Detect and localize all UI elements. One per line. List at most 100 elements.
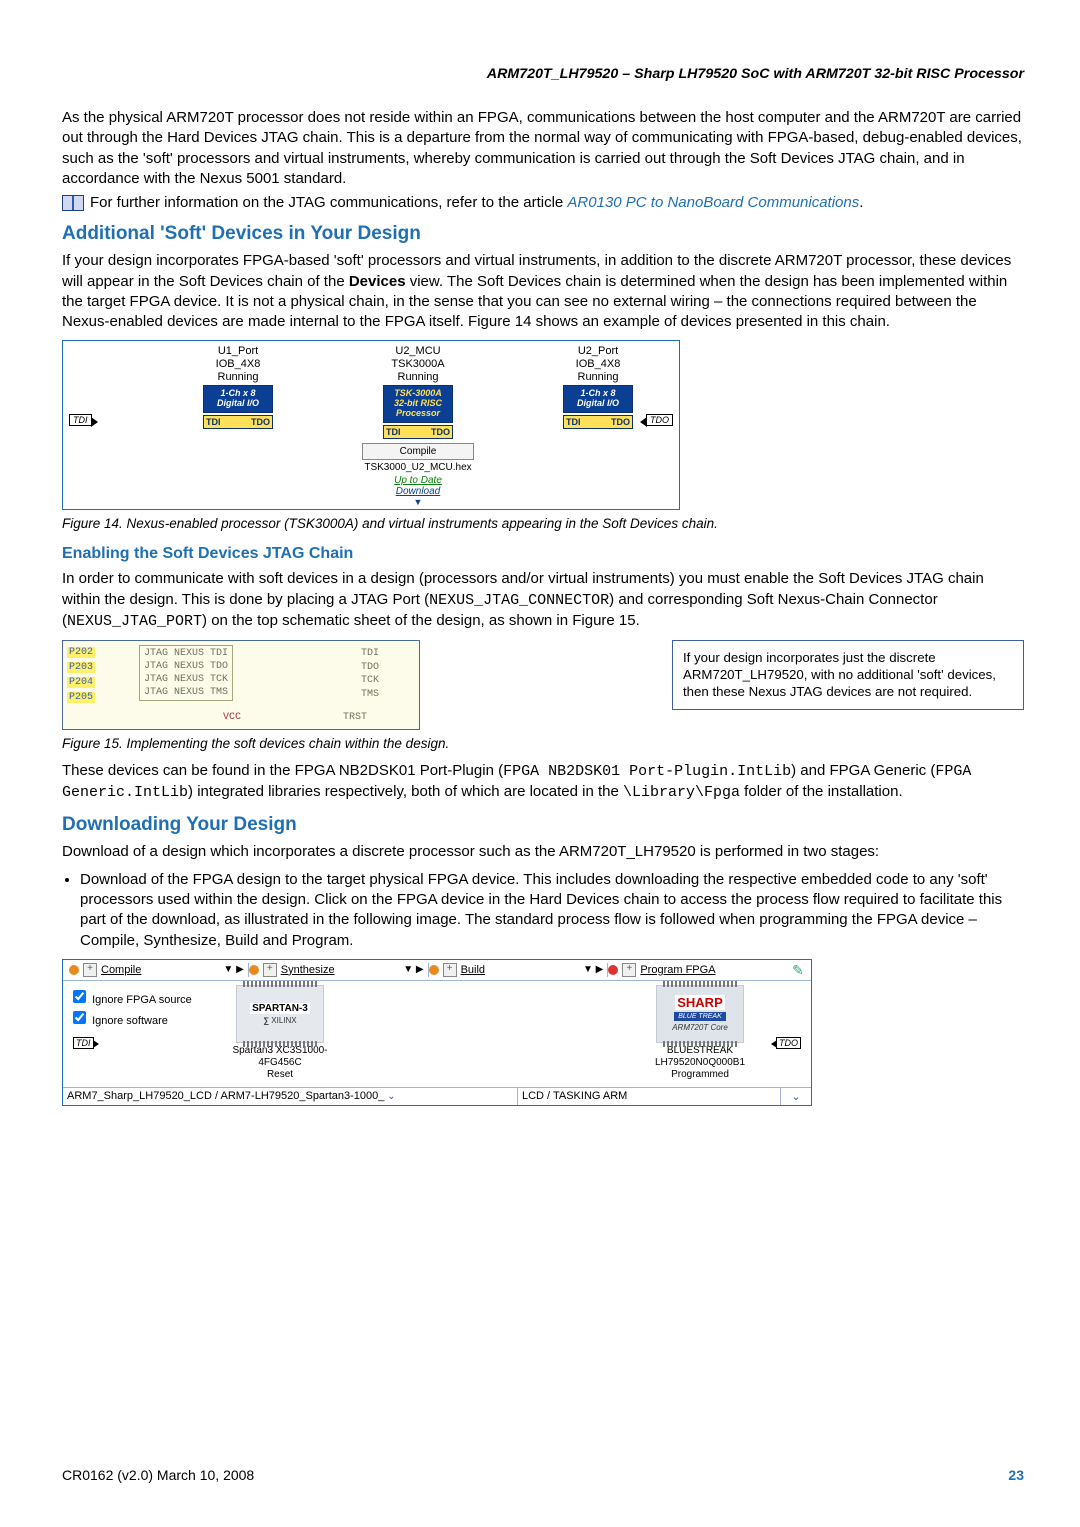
p3e: ) on the top schematic sheet of the desi… xyxy=(202,612,640,629)
book-icon xyxy=(62,195,84,211)
check-ignore-fpga[interactable]: Ignore FPGA source xyxy=(69,987,205,1006)
uptodate-link[interactable]: Up to Date xyxy=(343,475,493,486)
fig14-dev3: U2_Port IOB_4X8 Running 1-Ch x 8 Digital… xyxy=(523,345,673,429)
stage-program-label: Program FPGA xyxy=(640,964,715,976)
process-flow-bar: + Compile ▼ ▶ + Synthesize ▼ ▶ + Build ▼… xyxy=(63,960,811,981)
sharp-brand: SHARP xyxy=(675,995,725,1010)
info-post: . xyxy=(859,194,863,211)
dropdown-arrow-icon[interactable]: ▼ xyxy=(343,497,493,507)
d1-chip: 1-Ch x 8 Digital I/O xyxy=(203,385,273,413)
stage-build-label: Build xyxy=(461,964,485,976)
heading-additional-soft-devices: Additional 'Soft' Devices in Your Design xyxy=(62,223,1024,245)
figure-15-caption: Figure 15. Implementing the soft devices… xyxy=(62,736,1024,751)
fpga-label: Spartan3 XC3S1000-4FG456C xyxy=(215,1045,345,1069)
p4g: folder of the installation. xyxy=(740,783,903,800)
d2-l1: U2_MCU xyxy=(343,345,493,358)
stage-build[interactable]: + Build ▼ ▶ xyxy=(429,963,608,977)
brush-icon[interactable]: ✎ xyxy=(791,963,805,977)
bluestreak-badge: BLUE TREAK xyxy=(674,1012,726,1021)
page-number: 23 xyxy=(1008,1467,1024,1483)
compile-button[interactable]: Compile xyxy=(362,443,474,460)
expand-icon[interactable]: + xyxy=(443,963,457,977)
d1-ti: TDI xyxy=(206,417,221,427)
project-name: ARM7_Sharp_LH79520_LCD / ARM7-LH79520_Sp… xyxy=(67,1090,396,1102)
p4b: FPGA NB2DSK01 Port-Plugin.IntLib xyxy=(503,763,791,780)
sharp-chip-image: SHARP BLUE TREAK ARM720T Core xyxy=(656,985,744,1043)
check1-label: Ignore FPGA source xyxy=(92,994,192,1006)
fig16-tdo: TDO xyxy=(776,1037,801,1049)
heading-enabling-jtag: Enabling the Soft Devices JTAG Chain xyxy=(62,545,1024,563)
port-p203: P203 xyxy=(67,662,95,673)
rhs-tck: TCK xyxy=(361,674,379,688)
stage-arrow-icon[interactable]: ▼ ▶ xyxy=(583,964,603,975)
d1-chip2: Digital I/O xyxy=(206,399,270,409)
fig16-tdi: TDI xyxy=(73,1037,94,1049)
soft-devices-paragraph: If your design incorporates FPGA-based '… xyxy=(62,251,1024,332)
stage-arrow-icon[interactable]: ▼ ▶ xyxy=(403,964,423,975)
wire-tdo: JTAG NEXUS TDO xyxy=(144,660,228,673)
fpga-sub: XILINX xyxy=(271,1016,296,1025)
d3-chip2: Digital I/O xyxy=(566,399,630,409)
fig15-vcc: VCC xyxy=(223,712,241,723)
p4a: These devices can be found in the FPGA N… xyxy=(62,762,503,779)
d1-l2: IOB_4X8 xyxy=(163,358,313,371)
p4c: ) and FPGA Generic ( xyxy=(791,762,935,779)
p3b: NEXUS_JTAG_CONNECTOR xyxy=(429,592,609,609)
devices-bold: Devices xyxy=(349,273,406,290)
fig14-dev2: U2_MCU TSK3000A Running TSK-3000A 32-bit… xyxy=(343,345,493,507)
stage-arrow-icon[interactable]: ▼ ▶ xyxy=(223,964,243,975)
card-sharp[interactable]: SHARP BLUE TREAK ARM720T Core BLUESTREAK… xyxy=(635,985,765,1083)
info-line: For further information on the JTAG comm… xyxy=(62,193,1024,213)
d2-chip3: Processor xyxy=(386,409,450,419)
running-header: ARM720T_LH79520 – Sharp LH79520 SoC with… xyxy=(62,66,1024,82)
stage-synthesize[interactable]: + Synthesize ▼ ▶ xyxy=(249,963,428,977)
rhs-tdo: TDO xyxy=(361,661,379,675)
project-selector[interactable]: ARM7_Sharp_LH79520_LCD / ARM7-LH79520_Sp… xyxy=(63,1088,518,1105)
enable-paragraph: In order to communicate with soft device… xyxy=(62,569,1024,632)
stage-compile-label: Compile xyxy=(101,964,141,976)
download-link[interactable]: Download xyxy=(343,486,493,497)
stage-program[interactable]: + Program FPGA ✎ xyxy=(608,963,805,977)
article-link[interactable]: AR0130 PC to NanoBoard Communications xyxy=(567,194,859,211)
bullet-1: Download of the FPGA design to the targe… xyxy=(80,870,1024,951)
d2-tditdo: TDI TDO xyxy=(383,425,453,439)
checkbox-ignore-software[interactable] xyxy=(73,1011,86,1024)
stage-compile[interactable]: + Compile ▼ ▶ xyxy=(69,963,248,977)
d1-tditdo: TDI TDO xyxy=(203,415,273,429)
fig15-wires: JTAG NEXUS TDI JTAG NEXUS TDO JTAG NEXUS… xyxy=(139,645,233,701)
d3-l3: Running xyxy=(523,371,673,384)
expand-icon[interactable]: + xyxy=(263,963,277,977)
dropdown-toggle[interactable]: ⌄ xyxy=(781,1088,811,1105)
checkbox-ignore-fpga[interactable] xyxy=(73,990,86,1003)
d2-to: TDO xyxy=(431,427,450,437)
check2-label: Ignore software xyxy=(92,1015,168,1027)
fpga-status: Reset xyxy=(215,1069,345,1081)
download-intro: Download of a design which incorporates … xyxy=(62,842,1024,862)
fig14-tdi: TDI xyxy=(69,414,92,426)
d2-chip: TSK-3000A 32-bit RISC Processor xyxy=(383,385,453,423)
card-fpga[interactable]: SPARTAN-3 ∑ XILINX Spartan3 XC3S1000-4FG… xyxy=(215,985,345,1083)
d1-l1: U1_Port xyxy=(163,345,313,358)
d1-to: TDO xyxy=(251,417,270,427)
fig14-dev1: U1_Port IOB_4X8 Running 1-Ch x 8 Digital… xyxy=(163,345,313,429)
note-box: If your design incorporates just the dis… xyxy=(672,640,1024,710)
core-label: ARM720T Core xyxy=(672,1023,728,1032)
port-p205: P205 xyxy=(67,692,95,703)
check-ignore-software[interactable]: Ignore software xyxy=(69,1008,205,1027)
d3-l1: U2_Port xyxy=(523,345,673,358)
figure-16: + Compile ▼ ▶ + Synthesize ▼ ▶ + Build ▼… xyxy=(62,959,812,1106)
wire-tdi: JTAG NEXUS TDI xyxy=(144,647,228,660)
sharp-label: BLUESTREAK LH79520N0Q000B1 xyxy=(635,1045,765,1069)
p4f: \Library\Fpga xyxy=(623,784,740,801)
figure-14-caption: Figure 14. Nexus-enabled processor (TSK3… xyxy=(62,516,1024,531)
toolchain-cell: LCD / TASKING ARM xyxy=(518,1088,781,1105)
d3-tditdo: TDI TDO xyxy=(563,415,633,429)
port-p202: P202 xyxy=(67,647,95,658)
fig15-trst: TRST xyxy=(343,712,367,723)
expand-icon[interactable]: + xyxy=(83,963,97,977)
p3d: NEXUS_JTAG_PORT xyxy=(67,613,202,630)
download-bullets: Download of the FPGA design to the targe… xyxy=(80,870,1024,951)
status-circle-icon xyxy=(429,965,439,975)
d3-l2: IOB_4X8 xyxy=(523,358,673,371)
expand-icon[interactable]: + xyxy=(622,963,636,977)
